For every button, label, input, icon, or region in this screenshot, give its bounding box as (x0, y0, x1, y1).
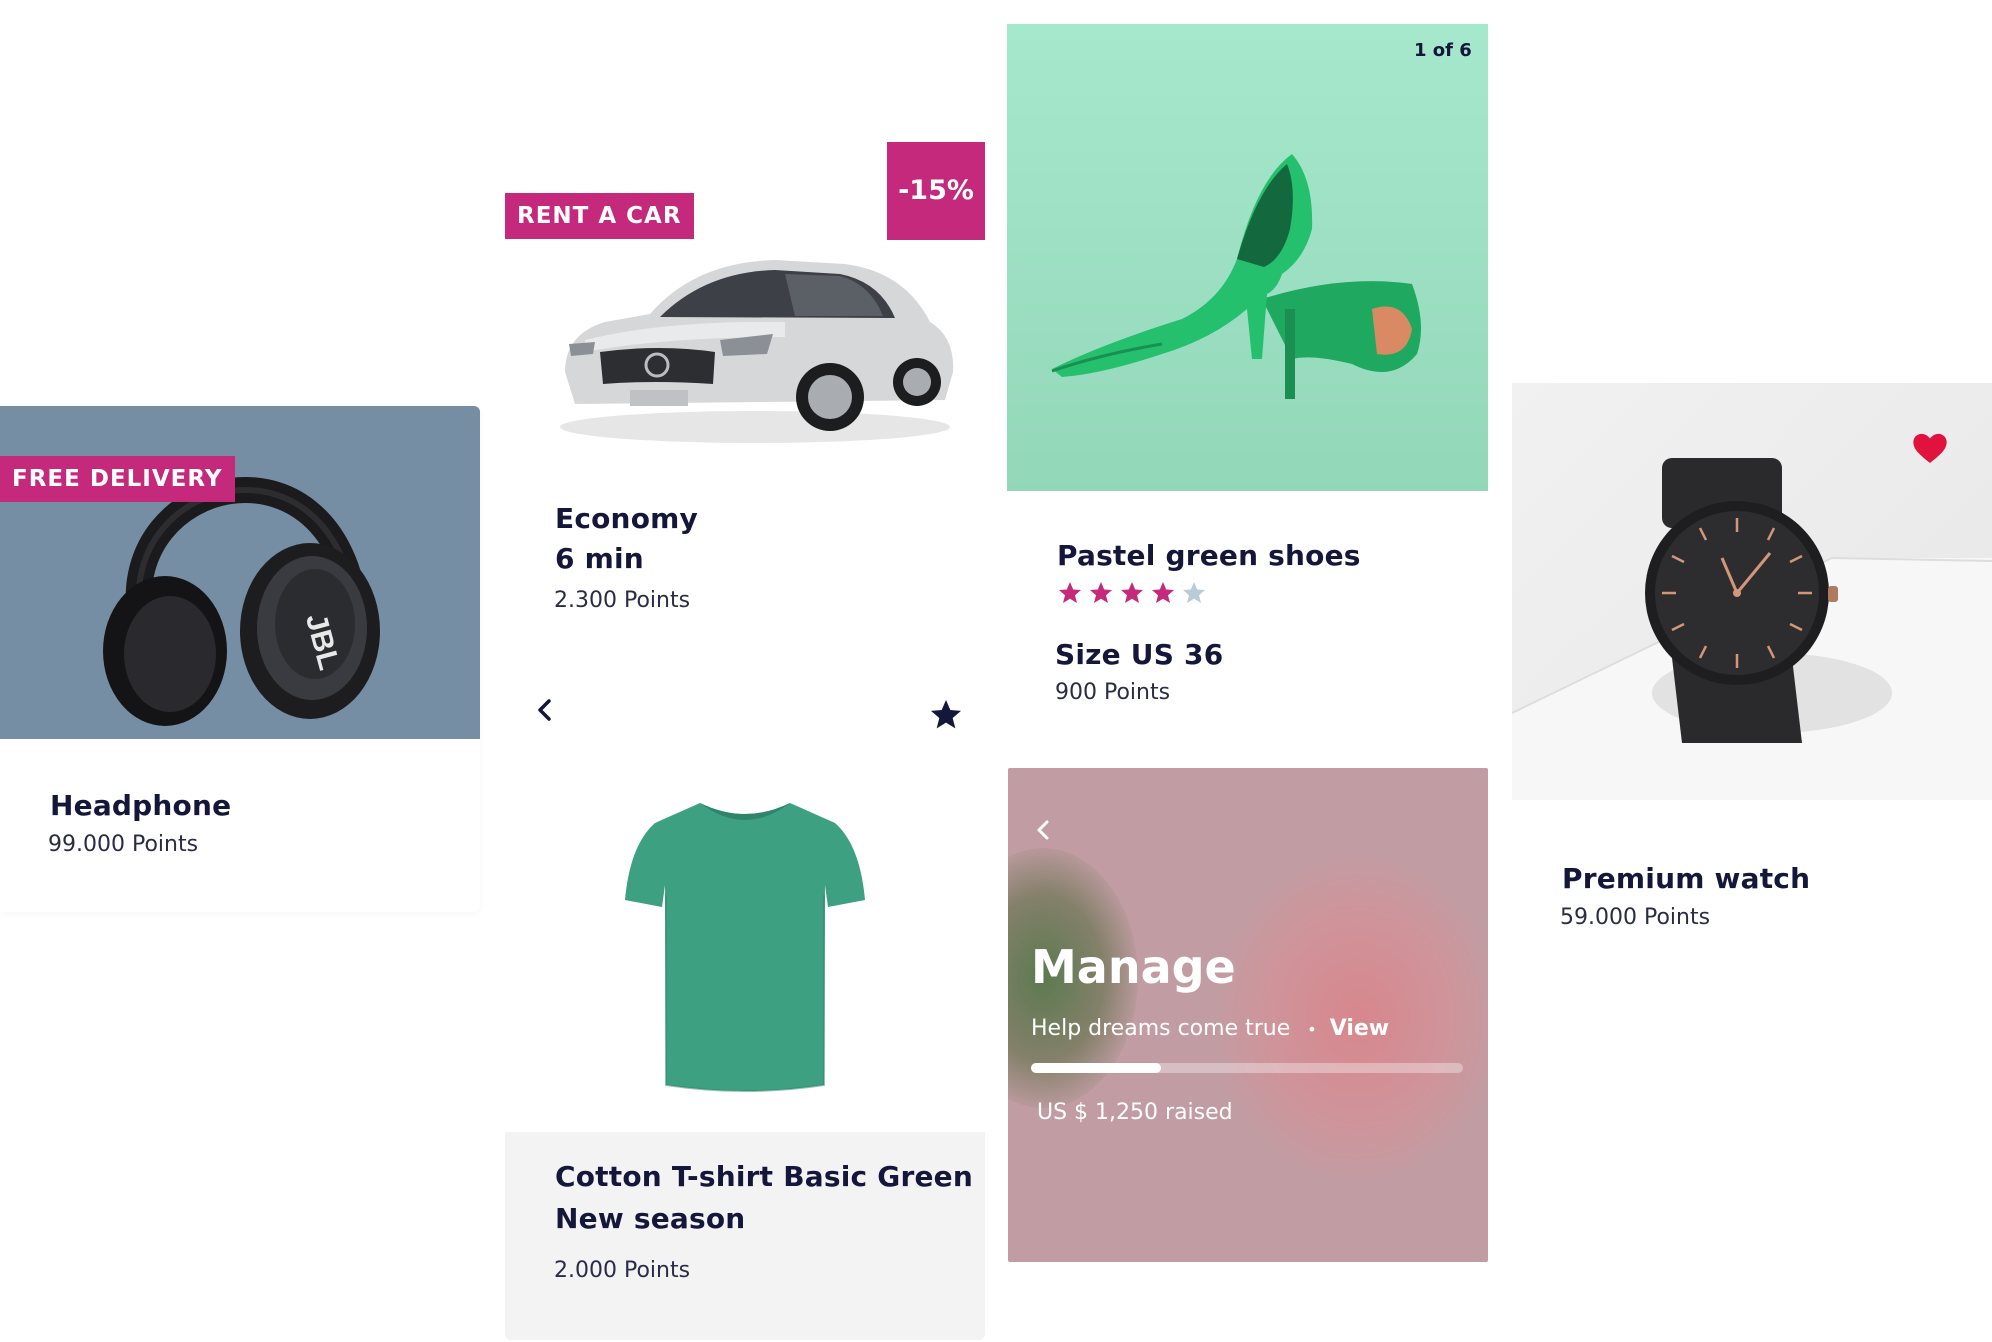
car-card[interactable]: RENT A CAR -15% Economy 6 min 2.300 Poin… (505, 142, 985, 662)
shoes-title: Pastel green shoes (1057, 539, 1361, 572)
manage-back-button[interactable] (1024, 810, 1064, 850)
favorite-heart-button[interactable] (1910, 428, 1950, 468)
star-filled-2 (1090, 582, 1112, 603)
car-points: 2.300 Points (554, 588, 691, 613)
discount-badge: -15% (887, 142, 985, 240)
image-pager: 1 of 6 (1414, 40, 1472, 61)
manage-subtitle-row: Help dreams come true • View (1031, 1016, 1389, 1041)
raised-amount: US $ 1,250 raised (1037, 1100, 1233, 1125)
shoes-image-area: 1 of 6 (1007, 24, 1488, 491)
shoes-points: 900 Points (1055, 680, 1171, 705)
rent-a-car-badge: RENT A CAR (505, 193, 694, 239)
car-title-line2: 6 min (555, 542, 644, 575)
tshirt-title-line2: New season (555, 1202, 746, 1235)
shoes-card[interactable]: 1 of 6 Pastel green shoes Size US 36 900… (1007, 24, 1488, 724)
watch-icon (1645, 458, 1838, 743)
headphone-points: 99.000 Points (48, 832, 199, 857)
car-icon (560, 260, 954, 443)
rating-stars (1055, 579, 1225, 609)
tshirt-points: 2.000 Points (554, 1258, 691, 1283)
tshirt-icon (625, 803, 865, 1092)
manage-card[interactable]: Manage Help dreams come true • View US $… (1008, 768, 1488, 1262)
watch-points: 59.000 Points (1560, 905, 1711, 930)
free-delivery-badge: FREE DELIVERY (0, 456, 235, 502)
favorite-button[interactable] (926, 695, 966, 735)
star-empty-5 (1183, 582, 1205, 603)
watch-image-area (1512, 383, 1992, 800)
view-link[interactable]: View (1330, 1016, 1389, 1041)
progress-track (1031, 1063, 1463, 1073)
discount-text: -15% (898, 175, 974, 206)
heart-icon (1913, 433, 1947, 463)
chevron-left-icon (538, 699, 551, 721)
tshirt-footer: Cotton T-shirt Basic Green New season 2.… (505, 1132, 985, 1340)
chevron-left-icon (1037, 820, 1049, 840)
tshirt-card[interactable]: Cotton T-shirt Basic Green New season 2.… (505, 670, 985, 1340)
back-button[interactable] (525, 690, 565, 730)
headphone-title: Headphone (50, 789, 232, 822)
headphone-card[interactable]: JBL FREE DELIVERY Headphone 99.000 Point… (0, 406, 480, 912)
car-title-line1: Economy (555, 502, 698, 535)
star-icon (931, 700, 961, 729)
high-heel-icon (1051, 154, 1421, 399)
manage-subtitle: Help dreams come true (1031, 1016, 1291, 1041)
progress-fill (1031, 1063, 1161, 1073)
tshirt-title-line1: Cotton T-shirt Basic Green (555, 1160, 973, 1193)
watch-title: Premium watch (1562, 862, 1811, 895)
separator-dot: • (1307, 1020, 1317, 1039)
star-filled-1 (1059, 582, 1081, 603)
star-filled-4 (1152, 582, 1174, 603)
manage-title: Manage (1031, 940, 1236, 994)
watch-card[interactable]: Premium watch 59.000 Points (1512, 383, 1992, 943)
shoes-size: Size US 36 (1055, 638, 1224, 671)
star-filled-3 (1121, 582, 1143, 603)
